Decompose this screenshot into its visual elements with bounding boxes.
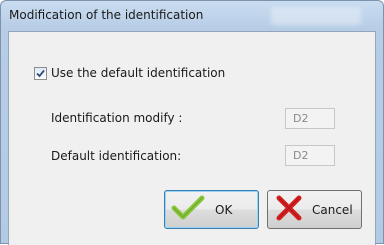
title-bar-blur <box>271 7 361 25</box>
use-default-checkbox-row[interactable]: Use the default identification <box>34 66 225 80</box>
identification-modify-label: Identification modify : <box>51 111 183 125</box>
use-default-checkbox[interactable] <box>34 66 47 80</box>
ok-button-label: OK <box>215 202 233 217</box>
default-identification-field[interactable]: D2 <box>285 145 335 166</box>
cancel-button[interactable]: Cancel <box>267 190 362 229</box>
checkmark-icon <box>36 69 45 77</box>
window-title: Modification of the identification <box>9 8 204 22</box>
red-x-icon <box>274 194 304 225</box>
default-identification-label: Default identification: <box>51 149 182 163</box>
cancel-button-label: Cancel <box>312 202 353 217</box>
green-checkmark-icon <box>171 194 205 225</box>
title-bar[interactable]: Modification of the identification <box>1 1 383 32</box>
ok-button[interactable]: OK <box>164 190 259 229</box>
identification-modify-field[interactable]: D2 <box>285 108 335 129</box>
use-default-checkbox-label: Use the default identification <box>51 66 226 80</box>
